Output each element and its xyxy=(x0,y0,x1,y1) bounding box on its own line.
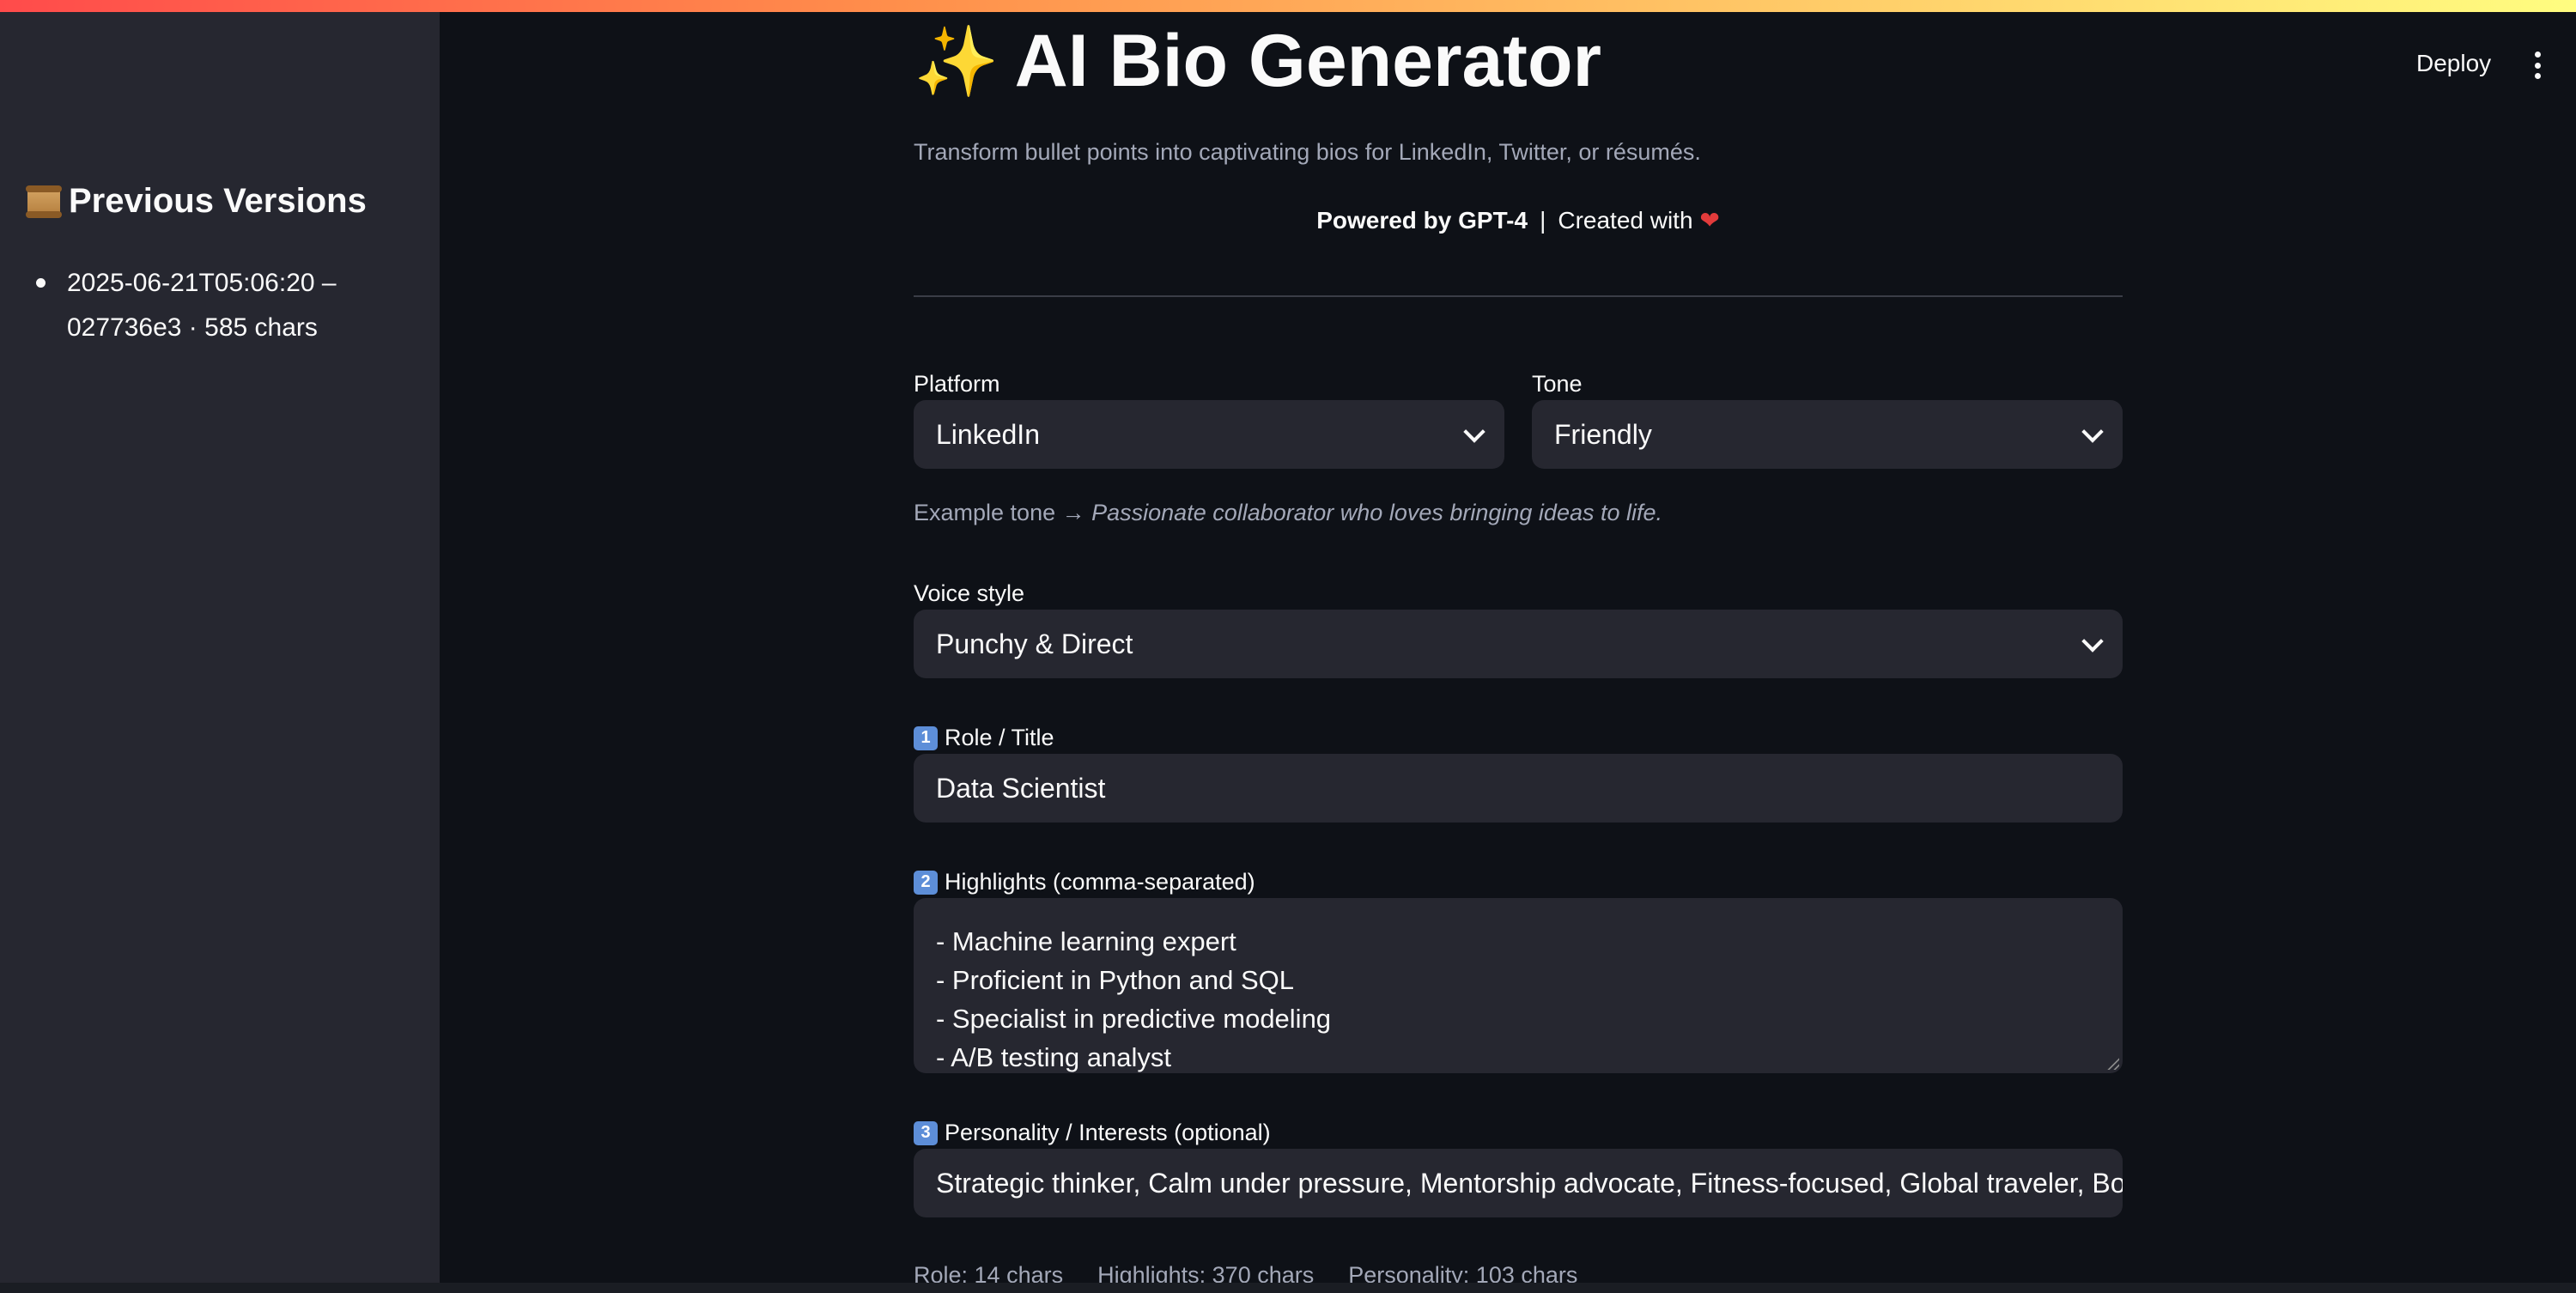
page-subtitle: Transform bullet points into captivating… xyxy=(914,139,1701,165)
platform-select[interactable]: LinkedIn xyxy=(914,400,1504,469)
personality-input-value: Strategic thinker, Calm under pressure, … xyxy=(936,1167,2123,1199)
tone-label: Tone xyxy=(1532,371,1583,397)
window-bottom-edge xyxy=(0,1283,2576,1293)
version-timestamp: 2025-06-21T05:06:20 – xyxy=(67,269,337,297)
role-input[interactable]: Data Scientist xyxy=(914,754,2123,823)
example-tone-text: Passionate collaborator who loves bringi… xyxy=(1091,500,1663,525)
role-label: 1 Role / Title xyxy=(914,725,1054,751)
page-title: ✨ AI Bio Generator xyxy=(914,19,1601,104)
role-label-text: Role / Title xyxy=(945,725,1054,750)
divider xyxy=(914,295,2123,297)
tone-select[interactable]: Friendly xyxy=(1532,400,2123,469)
created-with-text: Created with xyxy=(1558,207,1693,234)
sidebar-heading: Previous Versions xyxy=(26,182,367,221)
kebab-menu-icon[interactable] xyxy=(2533,52,2542,79)
personality-label-text: Personality / Interests (optional) xyxy=(945,1120,1271,1145)
voice-style-selected-value: Punchy & Direct xyxy=(936,628,1133,659)
sparkles-icon: ✨ xyxy=(914,22,999,100)
keycap-2-icon: 2 xyxy=(914,870,938,895)
keycap-3-icon: 3 xyxy=(914,1120,938,1145)
version-list: 2025-06-21T05:06:20 – 027736e3 · 585 cha… xyxy=(34,261,393,350)
highlights-label-text: Highlights (comma-separated) xyxy=(945,869,1255,895)
example-tone-caption: Example tone → Passionate collaborator w… xyxy=(914,500,1662,526)
highlights-label: 2 Highlights (comma-separated) xyxy=(914,869,1255,895)
highlights-line: - Machine learning expert xyxy=(936,926,1236,956)
platform-label: Platform xyxy=(914,371,1000,397)
sidebar: Previous Versions 2025-06-21T05:06:20 – … xyxy=(0,12,440,1293)
version-item[interactable]: 2025-06-21T05:06:20 – 027736e3 · 585 cha… xyxy=(34,261,393,350)
tone-selected-value: Friendly xyxy=(1554,418,1652,450)
personality-input[interactable]: Strategic thinker, Calm under pressure, … xyxy=(914,1149,2123,1217)
heart-icon: ❤ xyxy=(1699,207,1720,234)
scroll-icon xyxy=(26,185,62,218)
example-tone-prefix: Example tone → xyxy=(914,500,1085,525)
resize-handle-icon[interactable] xyxy=(2107,1058,2119,1070)
voice-style-select[interactable]: Punchy & Direct xyxy=(914,610,2123,678)
voice-style-label: Voice style xyxy=(914,580,1025,606)
credits-line: Powered by GPT-4 | Created with ❤ xyxy=(914,206,2123,234)
highlights-line: - Proficient in Python and SQL xyxy=(936,965,1295,995)
top-decoration-bar xyxy=(0,0,2576,12)
highlights-textarea[interactable]: - Machine learning expert - Proficient i… xyxy=(914,898,2123,1073)
role-input-value: Data Scientist xyxy=(936,772,1106,804)
powered-by-text: Powered by GPT-4 xyxy=(1316,207,1528,234)
highlights-line: - A/B testing analyst xyxy=(936,1042,1171,1072)
keycap-1-icon: 1 xyxy=(914,725,938,750)
personality-label: 3 Personality / Interests (optional) xyxy=(914,1120,1271,1146)
highlights-line: - Specialist in predictive modeling xyxy=(936,1004,1332,1034)
sidebar-heading-text: Previous Versions xyxy=(69,182,367,220)
page-title-text: AI Bio Generator xyxy=(1014,20,1601,102)
version-details: 027736e3 · 585 chars xyxy=(67,313,318,342)
chevron-down-icon xyxy=(1463,421,1485,443)
credits-separator: | xyxy=(1540,207,1546,234)
deploy-button[interactable]: Deploy xyxy=(2404,43,2503,84)
chevron-down-icon xyxy=(2081,421,2104,443)
platform-selected-value: LinkedIn xyxy=(936,418,1040,450)
chevron-down-icon xyxy=(2081,630,2104,653)
